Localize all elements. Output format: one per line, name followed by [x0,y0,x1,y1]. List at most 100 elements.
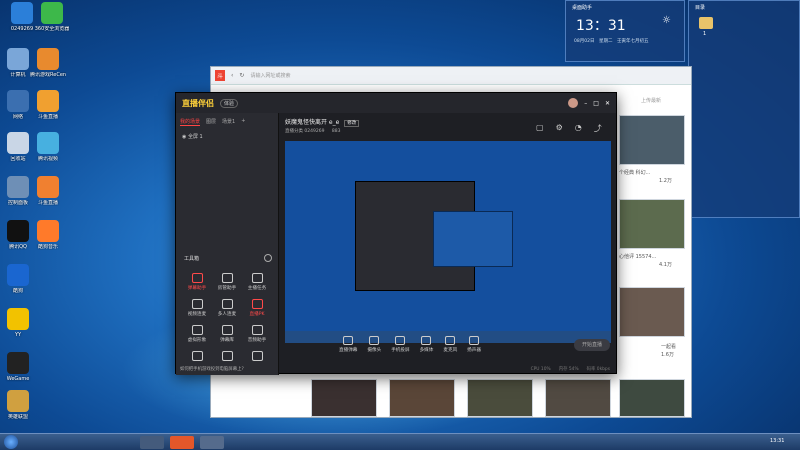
clock-widget-title: 桌面助手 [572,5,593,11]
desktop-icon[interactable]: YY [0,308,36,338]
desktop-icon[interactable]: 斗鱼直播 [30,90,66,120]
tool-icon [191,299,203,309]
start-live-button[interactable]: 开始直播 [574,339,610,351]
tool-button[interactable] [212,351,242,363]
upload-label: 上传最新 [641,98,662,104]
desktop-icon[interactable]: 腾讯视频 [30,132,66,162]
back-icon[interactable]: ‹ [231,72,233,79]
tool-button[interactable]: 虚拟形象 [182,325,212,343]
tool-button[interactable]: 房管助手 [212,273,242,291]
desktop-icon-label: 酷狗音乐 [37,244,58,250]
toolbar-icon [421,335,432,345]
video-thumb[interactable] [619,287,685,337]
browser-logo-icon: 斗 [215,70,226,81]
app-titlebar: 直播伴侣 体验 – □ ✕ [176,93,616,113]
tool-label: 主播任务 [247,286,267,291]
app-icon [7,390,29,412]
address-bar[interactable]: 请输入网址或搜索 [250,72,310,79]
tool-button[interactable]: 直播PK [242,299,272,317]
video-thumb[interactable] [545,379,611,417]
desktop-icon[interactable]: 酷狗音乐 [30,220,66,250]
refresh-icon[interactable]: ↻ [239,72,244,79]
tool-button[interactable]: 多人连麦 [212,299,242,317]
tool-label: 音频助手 [247,338,267,343]
bottom-toolbar-button[interactable]: 麦克风 [443,335,457,353]
avatar[interactable] [568,98,579,108]
desktop-icon[interactable]: 英雄联盟 [0,390,36,420]
close-icon[interactable]: ✕ [605,100,610,107]
taskbar-app-browser[interactable] [140,436,164,449]
maximize-icon[interactable]: □ [593,100,599,107]
desktop-icon-label: 斗鱼直播 [37,200,58,206]
tool-icon [251,273,263,283]
lock-icon[interactable]: ▢ [536,123,544,134]
scene-sidebar: 我的场景 图层 场景1 + ◉ 全屏 1 工具箱 弹幕助手 房管助手 主播任务视频连… [176,113,279,375]
tool-label: 多人连麦 [217,312,237,317]
folder-widget[interactable]: 目录 1 [688,0,800,218]
toolbar-label: 直播弹幕 [339,347,358,353]
video-thumb[interactable] [389,379,455,417]
tool-label: 弹幕库 [220,338,234,343]
stream-title: 妖魔鬼怪快离开 e_e [285,119,340,126]
tool-button[interactable]: 弹幕助手 [182,273,212,291]
taskbar-app-stream[interactable] [200,436,224,449]
scene-item[interactable]: ◉ 全屏 1 [176,131,278,142]
bottom-toolbar-button[interactable]: 扬声器 [467,335,481,353]
desktop-icon[interactable]: WeGame [0,352,36,382]
stream-preview[interactable] [285,141,611,343]
app-icon [7,308,29,330]
browser-toolbar: 斗 ‹ ↻ 请输入网址或搜索 [211,67,691,85]
video-thumb[interactable] [467,379,533,417]
video-thumb[interactable] [311,379,377,417]
bottom-toolbar-button[interactable]: 多媒体 [420,335,433,353]
tab-scenes[interactable]: 我的场景 [180,118,201,126]
desktop-icon[interactable]: 酷狗 [0,264,36,294]
share-icon[interactable]: ⤴ [594,123,602,134]
taskbar-clock[interactable]: 13:31 [770,438,784,444]
version-badge[interactable]: 体验 [220,98,239,108]
tool-button[interactable] [182,351,212,363]
minimize-icon[interactable]: – [584,100,587,107]
video-thumb[interactable] [619,115,685,165]
thumb-caption: 心他评 15574... [619,254,657,260]
more-icon[interactable] [264,254,272,262]
tool-button[interactable]: 视频连麦 [182,299,212,317]
tool-button[interactable]: 弹幕库 [212,325,242,343]
folder-icon[interactable] [699,17,713,29]
app-icon [7,48,29,70]
toolbar-icon [395,335,406,345]
tool-icon [251,299,263,309]
edit-title-button[interactable]: 修改 [344,120,360,127]
eye-icon[interactable]: ◉ [182,134,186,140]
clock-date: 08月02日 星期二 壬寅年七月初五 [574,39,649,44]
clock-widget[interactable]: 桌面助手 13：31 08月02日 星期二 壬寅年七月初五 ☼ [565,0,685,62]
desktop-icon[interactable]: 斗鱼直播 [30,176,66,206]
toolbar-label: 手机投屏 [391,347,410,353]
tool-button[interactable]: 音频助手 [242,325,272,343]
tool-icon [221,351,233,361]
desktop-icon[interactable]: 360安全浏览器 [34,2,70,32]
bottom-toolbar-button[interactable]: 手机投屏 [391,335,410,353]
taskbar-app-douyu[interactable] [170,436,194,449]
bottom-toolbar-button[interactable]: 直播弹幕 [339,335,358,353]
video-thumb[interactable] [619,379,685,417]
thumb-caption: 一起看 [661,344,677,350]
start-button[interactable] [4,435,18,449]
tool-button[interactable]: 主播任务 [242,273,272,291]
streaming-app-window[interactable]: 直播伴侣 体验 – □ ✕ 我的场景 图层 场景1 + ◉ 全屏 1 工具箱 弹… [175,92,617,375]
bell-icon[interactable]: ◔ [575,123,582,134]
tab-layers[interactable]: 图层 [206,118,216,126]
desktop-icon[interactable]: 腾讯游戏ReCenter [30,48,66,78]
bitrate: 码率 0kbps [586,367,610,372]
video-thumb[interactable] [619,199,685,249]
add-scene-icon[interactable]: + [241,118,245,126]
tool-button[interactable] [242,351,272,363]
tip-text[interactable]: 如何把手机游戏投到电脑屏幕上? [180,366,244,372]
tab-scene1[interactable]: 场景1 [222,118,235,126]
viewer-count: 883 [331,129,341,134]
bottom-toolbar-button[interactable]: 摄像头 [367,335,381,353]
toolbar-label: 扬声器 [467,347,481,353]
tool-icon [251,325,263,335]
tools-title: 工具箱 [184,256,200,262]
settings-icon[interactable]: ⚙ [556,123,563,134]
